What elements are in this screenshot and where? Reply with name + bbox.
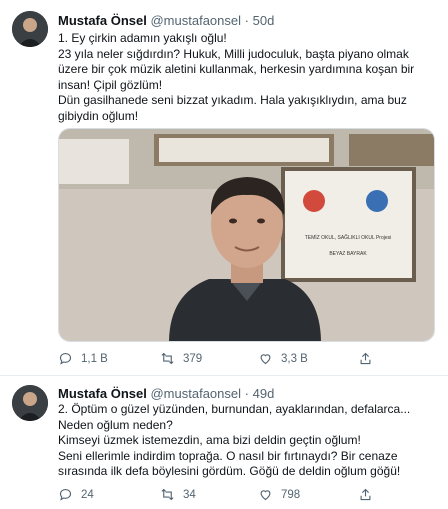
like-icon <box>260 354 271 365</box>
author-name[interactable]: Mustafa Önsel <box>58 386 147 401</box>
tweet[interactable]: Mustafa Önsel @mustafaonsel · 50d 1. Ey … <box>0 0 448 376</box>
photo-sign-text: TEMİZ OKUL, SAĞLIKLI OKUL Projesi <box>305 234 392 241</box>
reply-button[interactable]: 1,1 B <box>58 351 108 366</box>
tweet-text: 1. Ey çirkin adamın yakışlı oğlu! 23 yıl… <box>58 31 438 124</box>
photo-image: TEMİZ OKUL, SAĞLIKLI OKUL Projesi BEYAZ … <box>59 129 434 341</box>
retweet-count: 379 <box>183 352 203 365</box>
tweet-actions: 1,1 B 379 3,3 B <box>58 351 388 369</box>
tweet-line: 23 yıla neler sığdırdın? Hukuk, Milli ju… <box>58 46 418 92</box>
timestamp[interactable]: 49d <box>253 386 275 401</box>
author-name[interactable]: Mustafa Önsel <box>58 13 147 28</box>
avatar[interactable] <box>12 11 48 47</box>
separator: · <box>244 13 249 28</box>
like-count: 3,3 B <box>281 352 308 365</box>
author-handle[interactable]: @mustafaonsel <box>150 13 241 28</box>
retweet-icon <box>161 488 174 501</box>
tweet[interactable]: Mustafa Önsel @mustafaonsel · 49d 2. Öpt… <box>0 377 448 509</box>
retweet-button[interactable]: 379 <box>160 351 202 366</box>
photo-sign-text: BEYAZ BAYRAK <box>329 251 367 257</box>
share-icon <box>360 352 371 365</box>
reply-count: 1,1 B <box>81 352 108 365</box>
share-icon <box>360 488 371 501</box>
separator: · <box>244 386 249 401</box>
tweet-header: Mustafa Önsel @mustafaonsel · 49d <box>58 386 274 401</box>
tweet-line: Dün gasilhanede seni bizzat yıkadım. Hal… <box>58 93 411 123</box>
share-button[interactable] <box>358 351 373 366</box>
tweet-text: 2. Öptüm o güzel yüzünden, burnundan, ay… <box>58 402 438 480</box>
tweet-header: Mustafa Önsel @mustafaonsel · 50d <box>58 13 274 28</box>
retweet-button[interactable]: 34 <box>160 487 196 502</box>
reply-icon <box>59 352 72 365</box>
retweet-icon <box>161 352 174 365</box>
tweet-line: Seni ellerimle indirdim toprağa. O nasıl… <box>58 448 401 479</box>
like-button[interactable]: 3,3 B <box>258 351 308 366</box>
tweet-line: 2. Öptüm o güzel yüzünden, burnundan, ay… <box>58 402 411 416</box>
share-button[interactable] <box>358 487 373 502</box>
timestamp[interactable]: 50d <box>253 13 275 28</box>
like-count: 798 <box>281 488 301 501</box>
tweet-photo[interactable]: TEMİZ OKUL, SAĞLIKLI OKUL Projesi BEYAZ … <box>58 128 435 342</box>
retweet-count: 34 <box>183 488 196 501</box>
tweet-line: Neden oğlum neden? <box>58 417 173 432</box>
tweet-line: 1. Ey çirkin adamın yakışlı oğlu! <box>58 31 227 45</box>
author-handle[interactable]: @mustafaonsel <box>150 386 241 401</box>
like-button[interactable]: 798 <box>258 487 300 502</box>
avatar[interactable] <box>12 385 48 421</box>
tweet-line: Kimseyi üzmek istemezdin, ama bizi deldi… <box>58 433 361 447</box>
tweet-actions: 24 34 798 <box>58 487 388 505</box>
reply-button[interactable]: 24 <box>58 487 94 502</box>
reply-count: 24 <box>81 488 94 501</box>
like-icon <box>260 490 271 501</box>
reply-icon <box>59 488 72 501</box>
